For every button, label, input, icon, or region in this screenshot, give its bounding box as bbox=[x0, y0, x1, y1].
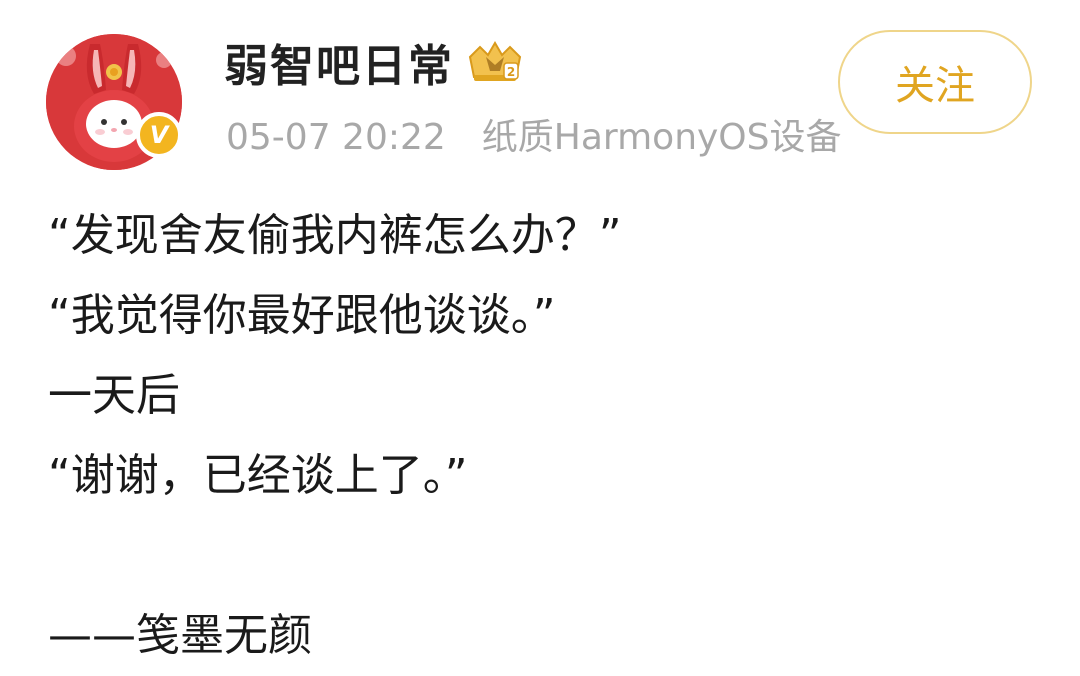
post-timestamp: 05-07 20:22 bbox=[226, 117, 446, 158]
svg-text:2: 2 bbox=[507, 65, 515, 79]
content-blank-line bbox=[48, 516, 1048, 596]
crown-badge-icon: 2 bbox=[464, 39, 526, 85]
post-meta: 05-07 20:22 纸质HarmonyOS设备 bbox=[226, 108, 842, 160]
post-header: V 弱智吧日常 2 05-07 20:22 纸质HarmonyOS设备 关注 bbox=[0, 0, 1080, 180]
follow-button[interactable]: 关注 bbox=[838, 30, 1032, 134]
content-line: 一天后 bbox=[48, 370, 180, 421]
post-device: 纸质HarmonyOS设备 bbox=[481, 117, 842, 158]
author-name[interactable]: 弱智吧日常 bbox=[224, 30, 454, 94]
content-signature: ——笺墨无颜 bbox=[48, 610, 312, 661]
content-line: “我觉得你最好跟他谈谈。” bbox=[48, 290, 556, 341]
author-row: 弱智吧日常 2 bbox=[224, 34, 526, 92]
verified-icon: V bbox=[136, 112, 182, 158]
content-line: “发现舍友偷我内裤怎么办？” bbox=[48, 210, 622, 261]
post-content: “发现舍友偷我内裤怎么办？” “我觉得你最好跟他谈谈。” 一天后 “谢谢，已经谈… bbox=[48, 196, 1048, 676]
content-line: “谢谢，已经谈上了。” bbox=[48, 450, 468, 501]
